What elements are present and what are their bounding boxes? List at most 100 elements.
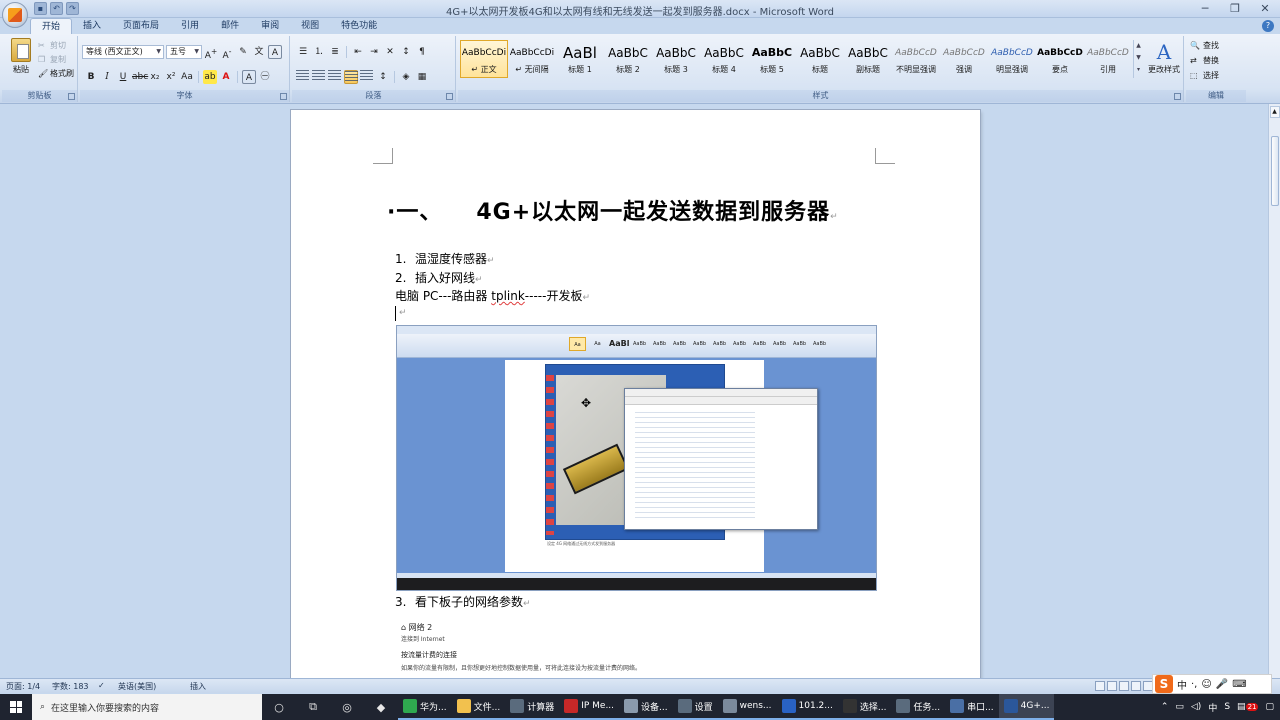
document-page[interactable]: ·一、 4G+以太网一起发送数据到服务器↵ 1. 温湿度传感器↵ 2. 插入好网线↵ …	[291, 110, 980, 680]
align-right-button[interactable]	[328, 70, 342, 84]
keyboard-icon[interactable]: ⌨	[1232, 679, 1246, 690]
style-heading-4[interactable]: AaBbC 标题 4	[700, 40, 748, 78]
enclose-char-button[interactable]: ㊀	[258, 70, 272, 84]
show-marks-button[interactable]: ¶	[415, 45, 429, 59]
paste-button[interactable]: 粘贴	[8, 38, 34, 75]
tab-references[interactable]: 引用	[170, 18, 210, 34]
style-subtitle[interactable]: AaBbC 副标题	[844, 40, 892, 78]
style-quote[interactable]: AaBbCcD 引用	[1084, 40, 1132, 78]
tray-ime[interactable]: 中	[1208, 701, 1217, 714]
full-screen-icon[interactable]	[1107, 681, 1117, 691]
punctuation-icon[interactable]: ·,	[1191, 679, 1197, 690]
borders-button[interactable]: ▦	[415, 70, 429, 84]
style-emphasis[interactable]: AaBbCcD 强调	[940, 40, 988, 78]
list-item[interactable]: 2. 插入好网线↵	[395, 269, 483, 286]
ime-toolbar[interactable]: S 中 ·, ☺ 🎤 ⌨	[1152, 674, 1272, 694]
bullets-button[interactable]: ☰	[296, 45, 310, 59]
find-button[interactable]: 🔍 查找	[1190, 40, 1219, 51]
taskbar-app[interactable]: 4G+...	[998, 694, 1055, 720]
tab-review[interactable]: 审阅	[250, 18, 290, 34]
more-icon[interactable]: ▾	[1134, 64, 1143, 76]
grow-font-button[interactable]: A+	[204, 45, 218, 61]
sort-button[interactable]: ↕	[399, 45, 413, 59]
tab-insert[interactable]: 插入	[72, 18, 112, 34]
notification-icon[interactable]: ▤ 21	[1237, 702, 1259, 712]
shrink-font-button[interactable]: A-	[220, 45, 234, 61]
style-intense-emphasis[interactable]: AaBbCcD 明显强调	[988, 40, 1036, 78]
tab-mailings[interactable]: 邮件	[210, 18, 250, 34]
font-family-select[interactable]: 等线 (西文正文) ▼	[82, 45, 164, 59]
style-no-spacing[interactable]: AaBbCcDi ↵ 无间隔	[508, 40, 556, 78]
paragraph-launcher[interactable]	[446, 93, 453, 100]
taskbar-app[interactable]: IP Me...	[559, 694, 620, 720]
justify-button[interactable]	[344, 70, 358, 84]
close-button[interactable]: ✕	[1250, 0, 1280, 18]
sogou-tray-icon[interactable]: S	[1224, 702, 1230, 712]
chevron-up-icon[interactable]: ▲	[1134, 40, 1143, 52]
style-strong[interactable]: AaBbCcD 要点	[1036, 40, 1084, 78]
task-view-icon[interactable]: ⧉	[296, 694, 330, 720]
volume-icon[interactable]: ◁)	[1191, 702, 1201, 712]
style-heading-1[interactable]: AaBl 标题 1	[556, 40, 604, 78]
change-case-button[interactable]: Aa	[180, 70, 194, 84]
cortana-icon[interactable]: ○	[262, 694, 296, 720]
help-icon[interactable]: ?	[1262, 20, 1274, 32]
taskbar-app[interactable]: 文件...	[451, 694, 506, 720]
taskbar-app[interactable]: 计算器	[505, 694, 560, 720]
language-indicator[interactable]: 英语(美国)	[118, 681, 156, 692]
taskbar-app[interactable]: 设置	[672, 694, 718, 720]
style-subtle-emphasis[interactable]: AaBbCcD 不明显强调	[892, 40, 940, 78]
proofing-icon[interactable]: ✓	[98, 681, 105, 690]
style-normal[interactable]: AaBbCcDi ↵ 正文	[460, 40, 508, 78]
multilevel-list-button[interactable]: ≣	[328, 45, 342, 59]
replace-button[interactable]: ⇄ 替换	[1190, 55, 1219, 66]
align-left-button[interactable]	[296, 70, 310, 84]
numbering-button[interactable]: ⒈	[312, 45, 326, 59]
subscript-button[interactable]: x₂	[148, 70, 162, 84]
taskbar-app[interactable]: 任务...	[891, 694, 946, 720]
taskbar-app[interactable]: wens...	[717, 694, 777, 720]
highlight-button[interactable]: ab	[203, 70, 217, 84]
chevron-up-icon[interactable]: ▲	[1269, 106, 1280, 118]
tab-home[interactable]: 开始	[30, 18, 73, 34]
phonetic-guide-button[interactable]: 文	[252, 45, 266, 59]
strikethrough-button[interactable]: abc	[132, 70, 148, 84]
voice-icon[interactable]: 🎤	[1216, 679, 1228, 690]
taskbar-app[interactable]: 华为...	[398, 694, 452, 720]
print-layout-icon[interactable]	[1095, 681, 1105, 691]
word-count[interactable]: 字数: 183	[52, 681, 89, 692]
office-button[interactable]	[2, 2, 28, 28]
font-color-button[interactable]: A	[219, 70, 233, 84]
taskbar-app[interactable]: 选择...	[837, 694, 892, 720]
scroll-thumb[interactable]	[1270, 136, 1279, 206]
embedded-screenshot-image[interactable]: Aa Aa AaBl AaBb AaBb AaBb AaBb AaBb AaBb…	[396, 325, 877, 591]
list-item[interactable]: 3. 看下板子的网络参数↵	[395, 593, 531, 610]
emoji-icon[interactable]: ☺	[1201, 679, 1211, 690]
chevron-up-icon[interactable]: ⌃	[1161, 702, 1169, 712]
vscode-icon[interactable]: ◆	[364, 694, 398, 720]
gallery-scroll[interactable]: ▲ ▼ ▾	[1133, 40, 1143, 78]
char-border-button[interactable]: A	[268, 45, 282, 59]
distributed-button[interactable]	[360, 70, 374, 84]
decrease-indent-button[interactable]: ⇤	[351, 45, 365, 59]
browser-icon[interactable]: ◎	[330, 694, 364, 720]
superscript-button[interactable]: x²	[164, 70, 178, 84]
line-spacing-button[interactable]: ↕	[376, 70, 390, 84]
taskbar-app[interactable]: 串口...	[945, 694, 999, 720]
chevron-down-icon[interactable]: ▼	[1134, 52, 1143, 64]
align-center-button[interactable]	[312, 70, 326, 84]
taskbar-app[interactable]: 101.2...	[776, 694, 838, 720]
minimize-button[interactable]: ─	[1190, 0, 1220, 18]
clear-format-button[interactable]: ✎	[236, 45, 250, 59]
shading-button[interactable]: ◈	[399, 70, 413, 84]
heading-1[interactable]: ·一、 4G+以太网一起发送数据到服务器↵	[387, 194, 839, 226]
styles-launcher[interactable]	[1174, 93, 1181, 100]
ime-mode[interactable]: 中	[1177, 677, 1187, 692]
font-size-select[interactable]: 五号 ▼	[166, 45, 202, 59]
style-heading-5[interactable]: AaBbC 标题 5	[748, 40, 796, 78]
vertical-scrollbar[interactable]: ▲	[1268, 104, 1280, 678]
increase-indent-button[interactable]: ⇥	[367, 45, 381, 59]
page-indicator[interactable]: 页面: 1/4	[6, 681, 40, 692]
network-icon[interactable]: ▭	[1175, 702, 1184, 712]
char-shading-button[interactable]: A	[242, 70, 256, 84]
